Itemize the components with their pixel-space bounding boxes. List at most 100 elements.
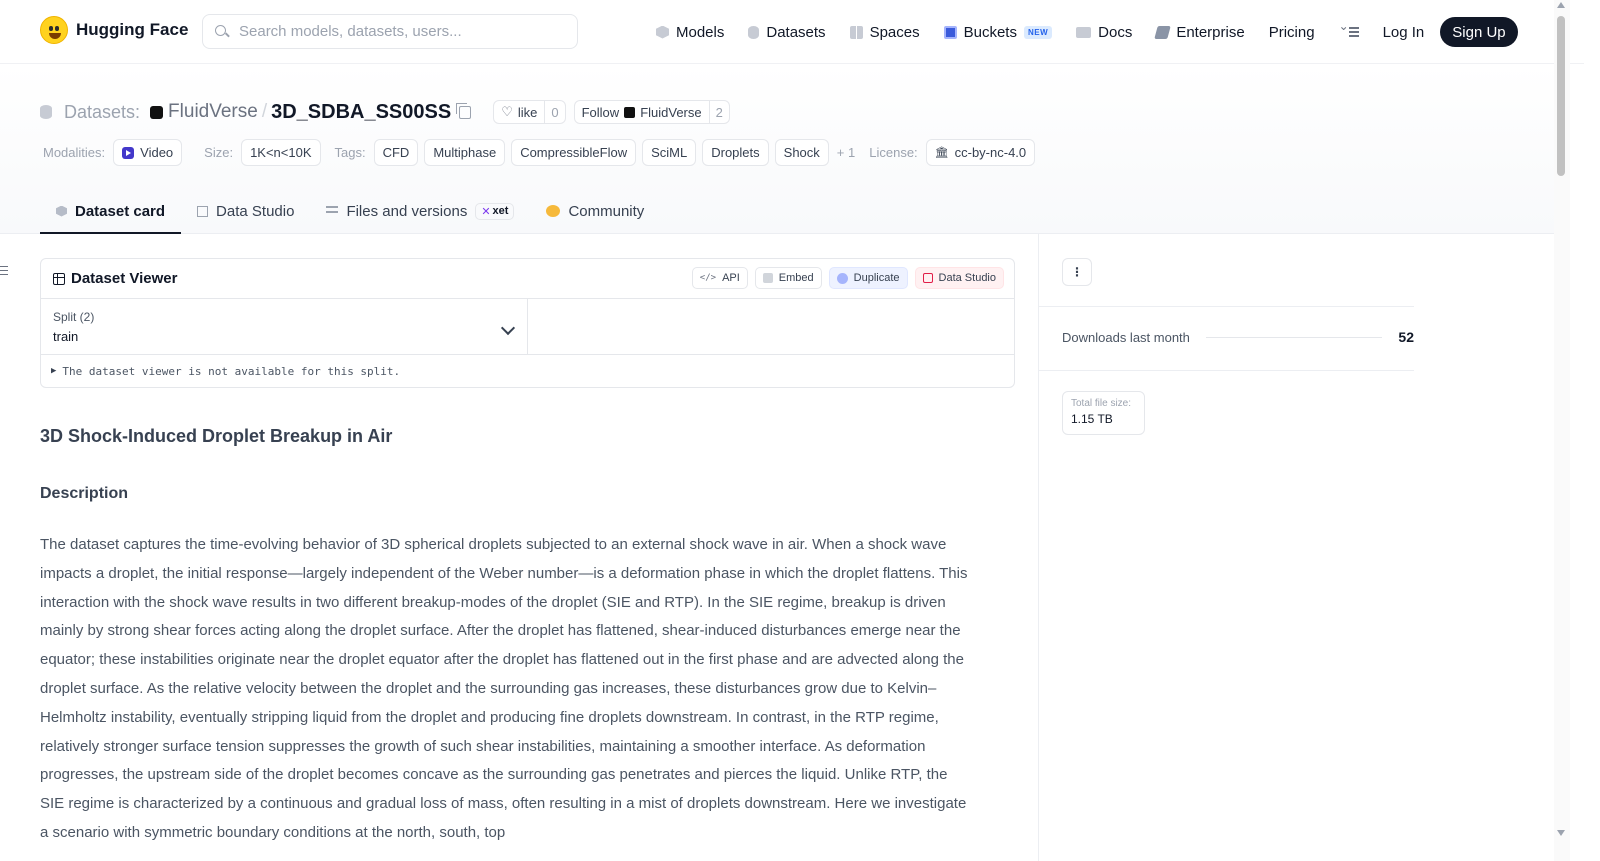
size-label: Size: — [204, 145, 234, 160]
duplicate-button[interactable]: Duplicate — [828, 267, 908, 289]
hugging-face-logo-icon — [40, 16, 68, 44]
size-tag[interactable]: 1K<n<10K — [241, 139, 321, 166]
more-tags-link[interactable]: + 1 — [837, 145, 855, 160]
api-button[interactable]: </> API — [691, 267, 748, 289]
api-label: API — [722, 272, 740, 284]
new-badge: NEW — [1023, 25, 1053, 39]
viewer-header: Dataset Viewer </> API Embed Duplicate D… — [41, 259, 1014, 299]
data-studio-label: Data Studio — [938, 272, 996, 284]
split-select[interactable]: Split (2) train — [41, 299, 528, 354]
grid-icon — [849, 25, 863, 39]
tag-item[interactable]: SciML — [642, 139, 697, 166]
scrollbar-thumb[interactable] — [1557, 16, 1565, 176]
card-title: 3D Shock-Induced Droplet Breakup in Air — [40, 426, 393, 446]
downloads-stat: Downloads last month 52 — [1062, 329, 1414, 345]
split-area: Split (2) train — [41, 299, 1014, 355]
follower-count[interactable]: 2 — [708, 101, 729, 123]
xet-icon: ✕ — [481, 205, 491, 218]
like-count[interactable]: 0 — [544, 101, 564, 123]
files-icon — [326, 205, 339, 217]
tab-label: Community — [568, 202, 645, 220]
bucket-icon — [943, 25, 957, 39]
search-input[interactable] — [239, 23, 559, 40]
tab-files-and-versions[interactable]: Files and versions ✕ xet — [310, 190, 530, 232]
data-studio-button[interactable]: Data Studio — [914, 267, 1004, 289]
home-logo-link[interactable]: Hugging Face — [40, 16, 188, 44]
file-size-value: 1.15 TB — [1071, 412, 1113, 426]
org-avatar — [150, 105, 164, 119]
tag-item[interactable]: CFD — [373, 139, 419, 166]
modality-label: Video — [140, 145, 174, 160]
dataset-viewer: Dataset Viewer </> API Embed Duplicate D… — [40, 258, 1015, 388]
duplicate-icon — [836, 272, 848, 284]
path-separator: / — [261, 101, 268, 122]
repo-tabs: Dataset card Data Studio Files and versi… — [40, 190, 660, 234]
cube-icon — [656, 25, 669, 39]
nav-label: Pricing — [1268, 23, 1315, 41]
sidebar-toggle-icon[interactable] — [0, 264, 9, 276]
nav-label: Datasets — [766, 23, 826, 41]
search-box[interactable] — [202, 14, 578, 49]
tag-item[interactable]: CompressibleFlow — [511, 139, 637, 166]
tab-dataset-card[interactable]: Dataset card — [40, 190, 182, 234]
video-icon — [122, 146, 135, 159]
signup-button[interactable]: Sign Up — [1440, 17, 1518, 47]
tag-item[interactable]: Shock — [774, 139, 829, 166]
license-tag[interactable]: 🏛 cc-by-nc-4.0 — [925, 139, 1036, 166]
description-paragraph: The dataset captures the time-evolving b… — [40, 536, 968, 841]
follow-button[interactable]: Follow FluidVerse 2 — [573, 100, 730, 124]
more-options-button[interactable]: ⋮ — [1062, 258, 1092, 286]
table-icon — [197, 205, 209, 217]
split-value: train — [53, 329, 79, 344]
divider — [1039, 306, 1414, 307]
code-icon: </> — [699, 273, 717, 283]
tab-community[interactable]: Community — [530, 190, 660, 232]
nav-models[interactable]: Models — [656, 24, 724, 41]
nav-label: Docs — [1098, 23, 1133, 41]
like-label: like — [517, 104, 538, 120]
tag-item[interactable]: Droplets — [702, 139, 769, 166]
cube-icon — [56, 205, 67, 217]
scroll-down-icon[interactable] — [1557, 830, 1565, 836]
downloads-value: 52 — [1398, 329, 1414, 345]
tab-data-studio[interactable]: Data Studio — [181, 190, 310, 232]
like-button[interactable]: ♡ like 0 — [493, 100, 566, 124]
nav-enterprise[interactable]: Enterprise — [1154, 24, 1245, 41]
license-label: License: — [869, 145, 918, 160]
modality-tag[interactable]: Video — [113, 139, 183, 166]
nav-docs[interactable]: Docs — [1076, 24, 1132, 41]
license-value: cc-by-nc-4.0 — [954, 145, 1027, 160]
viewer-notice[interactable]: ▶ The dataset viewer is not available fo… — [41, 355, 1014, 387]
search-icon — [215, 24, 229, 39]
nav-spaces[interactable]: Spaces — [849, 24, 920, 41]
tag-item[interactable]: Multiphase — [424, 139, 506, 166]
embed-button[interactable]: Embed — [754, 267, 822, 289]
downloads-label: Downloads last month — [1062, 329, 1190, 345]
repo-title-row: Datasets: FluidVerse / 3D_SDBA_SS00SS ♡ … — [40, 99, 738, 125]
more-menu-icon[interactable] — [1339, 19, 1359, 39]
database-icon — [748, 25, 760, 39]
xet-label: xet — [492, 205, 509, 217]
nav-pricing[interactable]: Pricing — [1269, 24, 1315, 41]
book-icon — [1076, 26, 1092, 38]
downloads-sparkline — [1205, 336, 1383, 338]
nav-datasets[interactable]: Datasets — [748, 23, 826, 41]
split-label: Split (2) — [53, 310, 95, 324]
file-size-box: Total file size: 1.15 TB — [1062, 391, 1145, 435]
tags-label: Tags: — [334, 145, 366, 160]
org-link[interactable]: FluidVerse — [168, 101, 258, 123]
section-heading: Description — [40, 485, 129, 502]
copy-icon[interactable] — [456, 102, 472, 119]
tab-label: Files and versions — [346, 202, 468, 220]
follow-label: Follow — [581, 104, 620, 120]
viewer-notice-text: The dataset viewer is not available for … — [62, 364, 401, 378]
repo-type-link[interactable]: Datasets: — [64, 102, 140, 123]
login-link[interactable]: Log In — [1383, 24, 1425, 41]
embed-icon — [762, 273, 773, 283]
table-icon — [53, 272, 65, 285]
brand-name: Hugging Face — [76, 20, 189, 39]
file-size-label: Total file size: — [1071, 398, 1132, 409]
sidebar-divider — [1038, 234, 1039, 861]
nav-buckets[interactable]: Buckets NEW — [943, 24, 1053, 41]
scroll-up-icon[interactable] — [1557, 2, 1565, 8]
